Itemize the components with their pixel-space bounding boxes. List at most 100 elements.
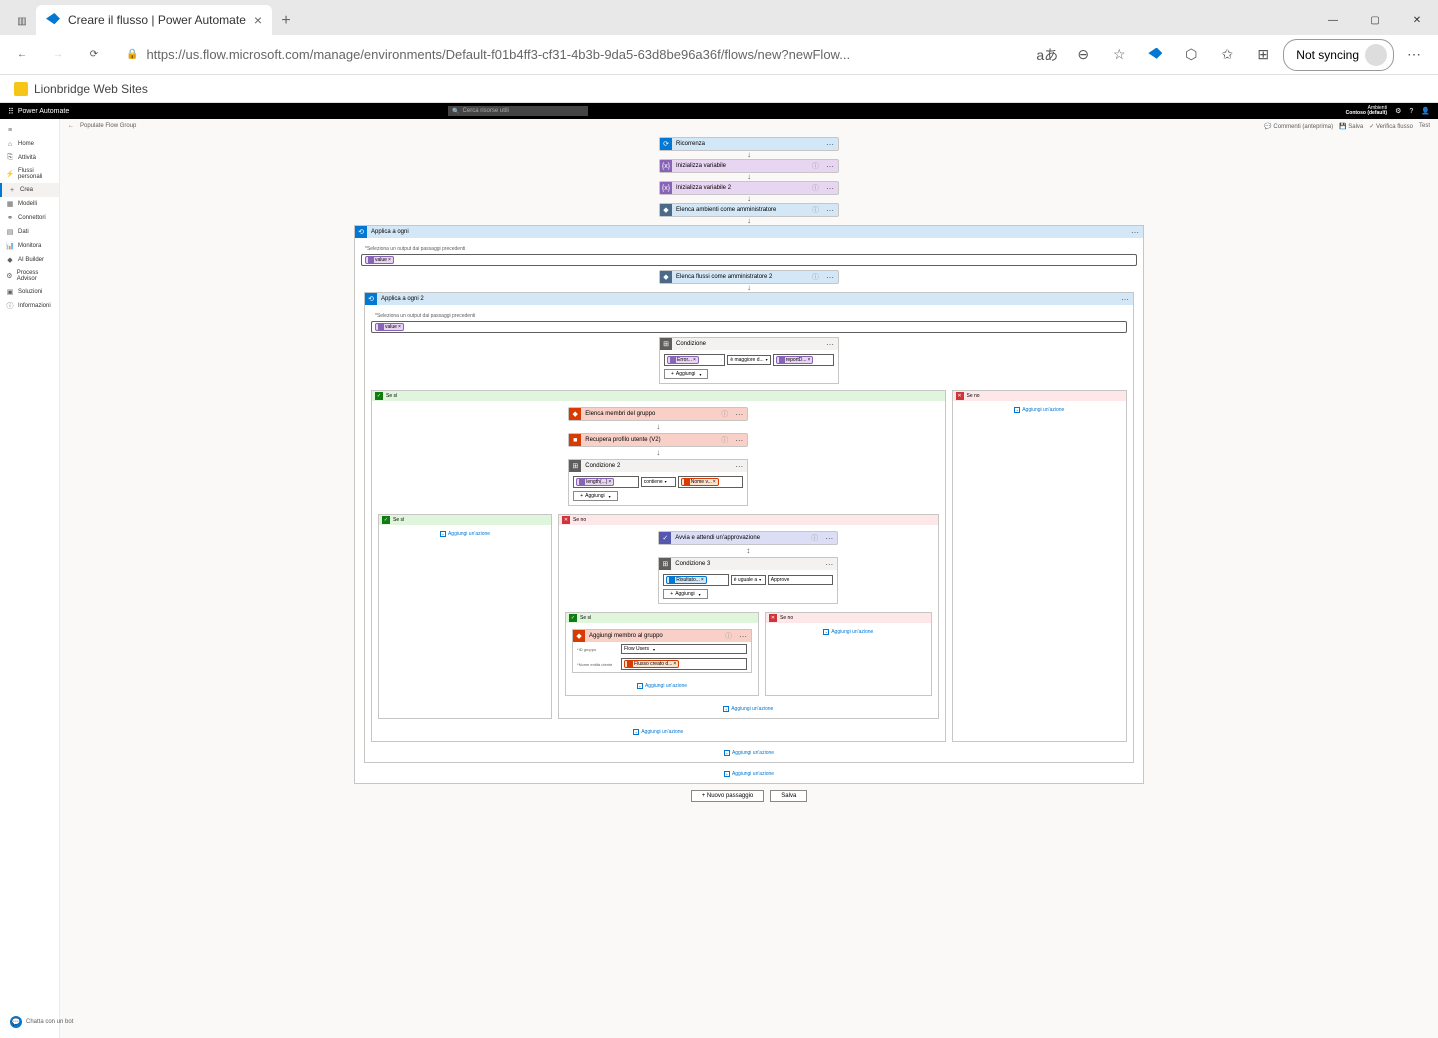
condition-left[interactable]: length(...)× xyxy=(573,476,639,488)
add-action-button[interactable]: +Aggiungi un'azione xyxy=(633,729,683,735)
test-button[interactable]: Test xyxy=(1419,123,1430,130)
value-token[interactable]: value × xyxy=(375,323,404,331)
sidebar-item-ai-builder[interactable]: ◆AI Builder xyxy=(0,253,59,267)
sidebar-item-attività[interactable]: ⎘Attività xyxy=(0,151,59,165)
sidebar-item-modelli[interactable]: ▦Modelli xyxy=(0,197,59,211)
add-condition-button[interactable]: + Aggiungi xyxy=(573,491,617,501)
condition-right[interactable]: reportD...× xyxy=(773,354,834,366)
get-profile-card[interactable]: ■Recupera profilo utente (V2)ⓘ⋯ xyxy=(568,433,748,447)
condition-left[interactable]: Error...× xyxy=(664,354,725,366)
add-action-button[interactable]: +Aggiungi un'azione xyxy=(724,771,774,777)
condition-left[interactable]: Risultato...× xyxy=(663,574,729,586)
sidebar-item-home[interactable]: ⌂Home xyxy=(0,137,59,151)
save-flow-button[interactable]: Salva xyxy=(770,790,807,802)
maximize-button[interactable]: ▢ xyxy=(1354,5,1396,35)
card-menu-icon[interactable]: ⋯ xyxy=(731,410,747,419)
init-var-card[interactable]: {x}Inizializza variabileⓘ⋯ xyxy=(659,159,839,173)
favorites-bar-icon[interactable]: ✩ xyxy=(1211,39,1243,71)
add-action-button[interactable]: +Aggiungi un'azione xyxy=(724,750,774,756)
new-step-button[interactable]: + Nuovo passaggio xyxy=(691,790,765,802)
browser-tab[interactable]: Creare il flusso | Power Automate × xyxy=(36,5,272,35)
init-var2-card[interactable]: {x}Inizializza variabile 2ⓘ⋯ xyxy=(659,181,839,195)
card-menu-icon[interactable]: ⋯ xyxy=(822,273,838,282)
condition2-card[interactable]: ⊞Condizione 2⋯ length(...)× contiene Nom… xyxy=(568,459,748,506)
back-button[interactable]: ← xyxy=(8,41,36,69)
condition-card[interactable]: ⊞Condizione⋯ Error...× è maggiore d... r… xyxy=(659,337,839,384)
condition-right[interactable]: Approve xyxy=(768,575,834,585)
loop-input[interactable]: value × xyxy=(361,254,1137,266)
value-token[interactable]: value × xyxy=(365,256,394,264)
card-menu-icon[interactable]: ⋯ xyxy=(731,462,747,471)
card-menu-icon[interactable]: ⋯ xyxy=(821,534,837,543)
back-arrow[interactable]: ← xyxy=(68,123,74,129)
card-menu-icon[interactable]: ⋯ xyxy=(822,206,838,215)
flow-ext-icon[interactable] xyxy=(1139,39,1171,71)
more-icon[interactable]: ⋯ xyxy=(1398,39,1430,71)
save-button[interactable]: 💾 Salva xyxy=(1339,123,1363,130)
translate-icon[interactable]: aあ xyxy=(1031,39,1063,71)
card-menu-icon[interactable]: ⋯ xyxy=(1117,295,1133,304)
card-menu-icon[interactable]: ⋯ xyxy=(822,162,838,171)
account-icon[interactable]: 👤 xyxy=(1421,107,1430,115)
sidebar-item-dati[interactable]: ▤Dati xyxy=(0,225,59,239)
sidebar-item-flussi-personali[interactable]: ⚡Flussi personali xyxy=(0,165,59,183)
add-action-button[interactable]: +Aggiungi un'azione xyxy=(823,629,873,635)
sidebar-item-informazioni[interactable]: ⓘInformazioni xyxy=(0,299,59,313)
loop-input[interactable]: value × xyxy=(371,321,1127,333)
add-action-button[interactable]: +Aggiungi un'azione xyxy=(637,683,687,689)
extensions-icon[interactable]: ⬡ xyxy=(1175,39,1207,71)
card-menu-icon[interactable]: ⋯ xyxy=(822,184,838,193)
favorite-icon[interactable]: ☆ xyxy=(1103,39,1135,71)
condition-operator[interactable]: è uguale a xyxy=(731,575,766,585)
gear-icon[interactable]: ⚙ xyxy=(1395,107,1401,115)
sidebar-item-monitora[interactable]: 📊Monitora xyxy=(0,239,59,253)
zoom-out-icon[interactable]: ⊖ xyxy=(1067,39,1099,71)
add-member-card[interactable]: ◆Aggiungi membro al gruppoⓘ⋯ *ID gruppo … xyxy=(572,629,752,673)
add-condition-button[interactable]: + Aggiungi xyxy=(664,369,708,379)
list-members-card[interactable]: ◆Elenca membri del gruppoⓘ⋯ xyxy=(568,407,748,421)
trigger-card[interactable]: ⟳Ricorrenza⋯ xyxy=(659,137,839,151)
condition-right[interactable]: Nome v...× xyxy=(678,476,744,488)
help-icon[interactable]: ? xyxy=(1409,108,1413,115)
comments-button[interactable]: 💬 Commenti (anteprima) xyxy=(1264,123,1333,130)
card-menu-icon[interactable]: ⋯ xyxy=(731,436,747,445)
card-menu-icon[interactable]: ⋯ xyxy=(1127,228,1143,237)
search-input[interactable]: 🔍 Cerca risorse utili xyxy=(448,106,588,116)
group-id-input[interactable]: Flow Users xyxy=(621,644,747,654)
add-action-button[interactable]: +Aggiungi un'azione xyxy=(440,531,490,537)
new-tab-button[interactable]: + xyxy=(272,7,300,35)
refresh-button[interactable]: ⟳ xyxy=(80,41,108,69)
add-action-button[interactable]: +Aggiungi un'azione xyxy=(723,706,773,712)
card-menu-icon[interactable]: ⋯ xyxy=(821,560,837,569)
sidebar-item-process-advisor[interactable]: ⚙Process Advisor xyxy=(0,267,59,285)
favorite-link[interactable]: Lionbridge Web Sites xyxy=(34,82,148,96)
sidebar-item-soluzioni[interactable]: ▣Soluzioni xyxy=(0,285,59,299)
user-input[interactable]: Flusso creato d...× xyxy=(621,658,747,670)
info-icon[interactable]: ⓘ xyxy=(809,183,822,193)
environment-picker[interactable]: Ambienti Contoso (default) xyxy=(1346,106,1387,116)
info-icon[interactable]: ⓘ xyxy=(809,205,822,215)
add-condition-button[interactable]: + Aggiungi xyxy=(663,589,707,599)
card-menu-icon[interactable]: ⋯ xyxy=(735,632,751,641)
verify-button[interactable]: ✓ Verifica flusso xyxy=(1369,123,1413,130)
tab-actions-icon[interactable]: ▥ xyxy=(8,7,36,35)
add-action-button[interactable]: +Aggiungi un'azione xyxy=(1014,407,1064,413)
condition3-card[interactable]: ⊞Condizione 3⋯ Risultato...× è uguale a xyxy=(658,557,838,604)
list-env-card[interactable]: ◆Elenca ambienti come amministratoreⓘ⋯ xyxy=(659,203,839,217)
list-flows-card[interactable]: ◆Elenca flussi come amministratore 2ⓘ⋯ xyxy=(659,270,839,284)
close-window-button[interactable]: ✕ xyxy=(1396,5,1438,35)
close-tab-icon[interactable]: × xyxy=(254,12,262,28)
approval-card[interactable]: ✓Avvia e attendi un'approvazioneⓘ⋯ xyxy=(658,531,838,545)
sidebar-item-connettori[interactable]: ⚭Connettori xyxy=(0,211,59,225)
card-menu-icon[interactable]: ⋯ xyxy=(822,140,838,149)
condition-operator[interactable]: è maggiore d... xyxy=(727,355,770,365)
profile-sync-button[interactable]: Not syncing xyxy=(1283,39,1394,71)
minimize-button[interactable]: — xyxy=(1312,5,1354,35)
info-icon[interactable]: ⓘ xyxy=(809,161,822,171)
card-menu-icon[interactable]: ⋯ xyxy=(822,340,838,349)
condition-operator[interactable]: contiene xyxy=(641,477,676,487)
sidebar-toggle[interactable]: ≡ xyxy=(0,123,59,137)
chat-bot[interactable]: 💬 Chatta con un bot xyxy=(10,1016,73,1028)
url-field[interactable]: 🔒 https://us.flow.microsoft.com/manage/e… xyxy=(116,43,1023,66)
waffle-icon[interactable]: ⠿ xyxy=(8,107,14,116)
